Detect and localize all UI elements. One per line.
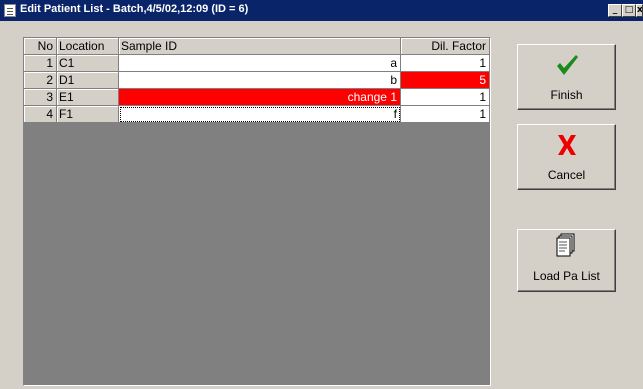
close-button[interactable]: x	[636, 4, 643, 17]
table-row[interactable]: 4 F1 f 1	[24, 106, 490, 123]
sample-id-cell[interactable]: a	[119, 55, 401, 72]
cancel-button[interactable]: Cancel	[517, 124, 616, 190]
edit-patient-list-window: Edit Patient List - Batch,4/5/02,12:09 (…	[0, 0, 643, 389]
table-row[interactable]: 3 E1 change 1 1	[24, 89, 490, 106]
load-pa-list-label: Load Pa List	[533, 269, 600, 283]
header-dil-factor[interactable]: Dil. Factor	[401, 38, 490, 55]
row-number: 3	[24, 89, 57, 106]
dil-factor-cell[interactable]: 1	[401, 106, 490, 123]
maximize-button[interactable]: □	[622, 4, 636, 17]
row-number: 2	[24, 72, 57, 89]
location-cell: D1	[57, 72, 119, 89]
dil-factor-cell[interactable]: 1	[401, 55, 490, 72]
finish-label: Finish	[550, 88, 583, 102]
header-location[interactable]: Location	[57, 38, 119, 55]
cancel-label: Cancel	[547, 168, 586, 182]
header-sample-id[interactable]: Sample ID	[119, 38, 401, 55]
row-number: 4	[24, 106, 57, 123]
row-number: 1	[24, 55, 57, 72]
minimize-button[interactable]: _	[608, 4, 622, 17]
window-icon	[4, 4, 16, 17]
finish-button[interactable]: Finish	[517, 44, 616, 110]
sample-id-cell[interactable]: b	[119, 72, 401, 89]
header-row: No Location Sample ID Dil. Factor	[24, 38, 490, 55]
table-row[interactable]: 2 D1 b 5	[24, 72, 490, 89]
header-no[interactable]: No	[24, 38, 57, 55]
sample-id-cell-highlighted[interactable]: change 1	[119, 89, 401, 106]
title-bar[interactable]: Edit Patient List - Batch,4/5/02,12:09 (…	[0, 0, 643, 21]
patient-list-grid[interactable]: No Location Sample ID Dil. Factor 1 C1 a…	[23, 37, 491, 386]
x-icon	[558, 135, 576, 155]
sample-id-cell-focused[interactable]: f	[119, 106, 401, 123]
checkmark-icon	[557, 55, 578, 75]
dil-factor-cell[interactable]: 1	[401, 89, 490, 106]
load-pa-list-button[interactable]: Load Pa List	[517, 229, 616, 292]
location-cell: C1	[57, 55, 119, 72]
document-icon	[556, 233, 575, 257]
window-title: Edit Patient List - Batch,4/5/02,12:09 (…	[20, 3, 249, 15]
location-cell: F1	[57, 106, 119, 123]
location-cell: E1	[57, 89, 119, 106]
table-row[interactable]: 1 C1 a 1	[24, 55, 490, 72]
dil-factor-cell-highlighted[interactable]: 5	[401, 72, 490, 89]
